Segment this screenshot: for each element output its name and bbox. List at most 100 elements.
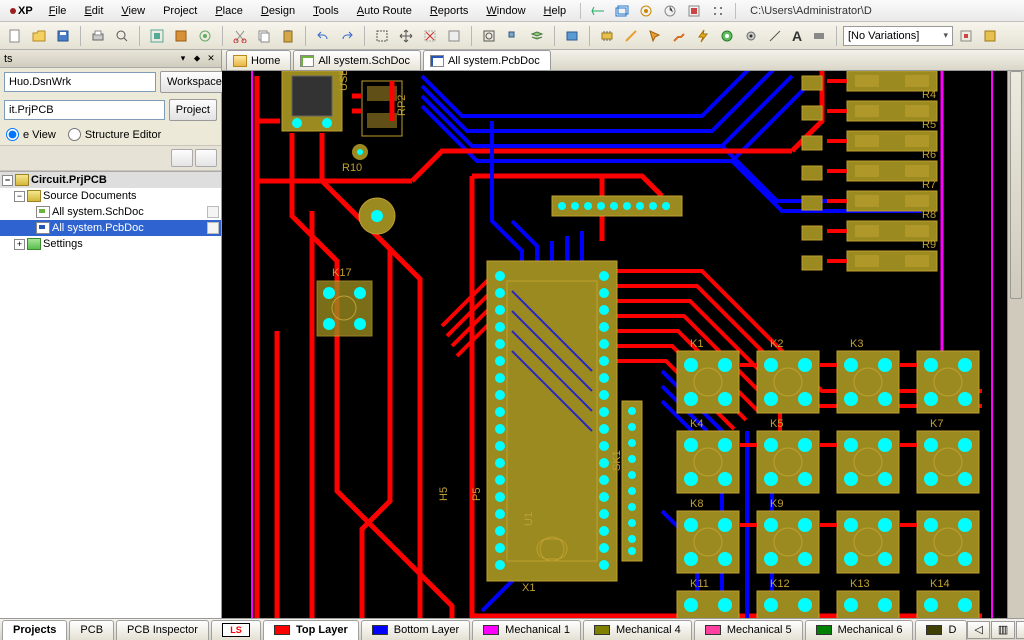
tool-icon-6[interactable] (709, 2, 727, 20)
tool-icon-5[interactable] (685, 2, 703, 20)
menu-tools[interactable]: Tools (305, 2, 347, 20)
status-nav-grid[interactable]: ▦ (1016, 621, 1024, 639)
tb-end1[interactable] (955, 25, 977, 47)
doc-status-icon (207, 222, 219, 234)
tb-browse[interactable] (561, 25, 583, 47)
tb-comp[interactable] (596, 25, 618, 47)
file-view-radio[interactable]: e View (6, 128, 56, 141)
tb-move[interactable] (395, 25, 417, 47)
tool-icon-4[interactable] (661, 2, 679, 20)
print-button[interactable] (87, 25, 109, 47)
menu-file[interactable]: File (41, 2, 75, 20)
layer-m1[interactable]: Mechanical 1 (472, 620, 581, 640)
preview-button[interactable] (111, 25, 133, 47)
status-bar: Projects PCB PCB Inspector LS Top Layer … (0, 618, 1024, 640)
pcb-canvas[interactable]: USB1 RP2 (222, 71, 1007, 618)
bottom-tab-inspector[interactable]: PCB Inspector (116, 620, 209, 640)
tb-pad[interactable] (716, 25, 738, 47)
tb-rect[interactable] (808, 25, 830, 47)
copy-button[interactable] (253, 25, 275, 47)
tb-layers[interactable] (526, 25, 548, 47)
tree-settings[interactable]: + Settings (0, 236, 221, 252)
tool-icon-2[interactable] (613, 2, 631, 20)
panel-opt-button-2[interactable] (195, 149, 217, 167)
tab-home[interactable]: Home (226, 50, 291, 70)
menu-reports[interactable]: Reports (422, 2, 477, 20)
pcb-board-view[interactable]: USB1 RP2 (222, 71, 1007, 618)
menu-autoroute[interactable]: Auto Route (349, 2, 420, 20)
tb-btn-3[interactable] (194, 25, 216, 47)
status-nav-left[interactable]: ◁ (967, 621, 989, 639)
workspace-input[interactable] (4, 72, 156, 92)
tb-end2[interactable] (979, 25, 1001, 47)
layer-ls[interactable]: LS (211, 620, 261, 640)
tree-source-docs[interactable]: − Source Documents (0, 188, 221, 204)
tb-btn-2[interactable] (170, 25, 192, 47)
redo-button[interactable] (336, 25, 358, 47)
menu-place[interactable]: Place (207, 2, 251, 20)
save-button[interactable] (52, 25, 74, 47)
layer-m5[interactable]: Mechanical 5 (694, 620, 803, 640)
tb-arrow[interactable] (644, 25, 666, 47)
pcb-main-ic (487, 261, 617, 581)
tb-track[interactable] (668, 25, 690, 47)
workspace-button[interactable]: Workspace (160, 71, 229, 93)
cut-button[interactable] (229, 25, 251, 47)
layer-m6[interactable]: Mechanical 6 (805, 620, 914, 640)
new-button[interactable] (4, 25, 26, 47)
tab-schdoc[interactable]: All system.SchDoc (293, 50, 421, 70)
tree-pcbdoc[interactable]: All system.PcbDoc (0, 220, 221, 236)
tb-net[interactable] (620, 25, 642, 47)
variation-select[interactable]: [No Variations] (843, 26, 953, 46)
menu-edit[interactable]: Edit (76, 2, 111, 20)
project-button[interactable]: Project (169, 99, 217, 121)
projects-panel: ts ▾ ⬥ ✕ Workspace Project e View Struct… (0, 50, 222, 618)
document-area: Home All system.SchDoc All system.PcbDoc… (222, 50, 1024, 618)
tb-clear[interactable] (443, 25, 465, 47)
app-logo[interactable]: XP (4, 5, 39, 17)
svg-text:R6: R6 (922, 149, 936, 161)
pcb-k17 (317, 281, 372, 336)
tb-text[interactable]: A (788, 28, 806, 44)
tb-zoom-fit[interactable] (478, 25, 500, 47)
tb-line2[interactable] (764, 25, 786, 47)
layer-m4[interactable]: Mechanical 4 (583, 620, 692, 640)
menu-view[interactable]: View (113, 2, 153, 20)
svg-text:K1: K1 (690, 338, 703, 350)
tb-btn-1[interactable] (146, 25, 168, 47)
tool-icon-3[interactable] (637, 2, 655, 20)
vertical-scrollbar[interactable] (1007, 71, 1024, 618)
status-nav-ls[interactable]: ▥ (991, 621, 1015, 639)
tab-pcbdoc[interactable]: All system.PcbDoc (423, 50, 551, 70)
paste-button[interactable] (277, 25, 299, 47)
main-toolbar: A [No Variations] (0, 22, 1024, 50)
doc-status-icon (207, 206, 219, 218)
tb-zoom-sel[interactable] (502, 25, 524, 47)
panel-dropdown-icon[interactable]: ▾ (177, 53, 189, 65)
tb-deselect[interactable] (419, 25, 441, 47)
tree-project-root[interactable]: − Circuit.PrjPCB (0, 172, 221, 188)
layer-d[interactable]: D (915, 620, 967, 640)
undo-button[interactable] (312, 25, 334, 47)
tool-icon-1[interactable] (589, 2, 607, 20)
tb-sel-rect[interactable] (371, 25, 393, 47)
menu-design[interactable]: Design (253, 2, 303, 20)
tb-via[interactable] (740, 25, 762, 47)
project-tree[interactable]: − Circuit.PrjPCB − Source Documents All … (0, 171, 221, 618)
project-input[interactable] (4, 100, 165, 120)
menu-project[interactable]: Project (155, 2, 205, 20)
tb-flash[interactable] (692, 25, 714, 47)
panel-opt-button-1[interactable] (171, 149, 193, 167)
panel-close-icon[interactable]: ✕ (205, 53, 217, 65)
svg-text:R10: R10 (342, 162, 362, 174)
open-button[interactable] (28, 25, 50, 47)
bottom-tab-projects[interactable]: Projects (2, 620, 67, 640)
layer-bottom[interactable]: Bottom Layer (361, 620, 470, 640)
tree-schdoc[interactable]: All system.SchDoc (0, 204, 221, 220)
panel-pin-icon[interactable]: ⬥ (191, 53, 203, 65)
bottom-tab-pcb[interactable]: PCB (69, 620, 114, 640)
menu-window[interactable]: Window (478, 2, 533, 20)
menu-help[interactable]: Help (536, 2, 575, 20)
structure-editor-radio[interactable]: Structure Editor (68, 128, 161, 141)
layer-top[interactable]: Top Layer (263, 620, 359, 640)
